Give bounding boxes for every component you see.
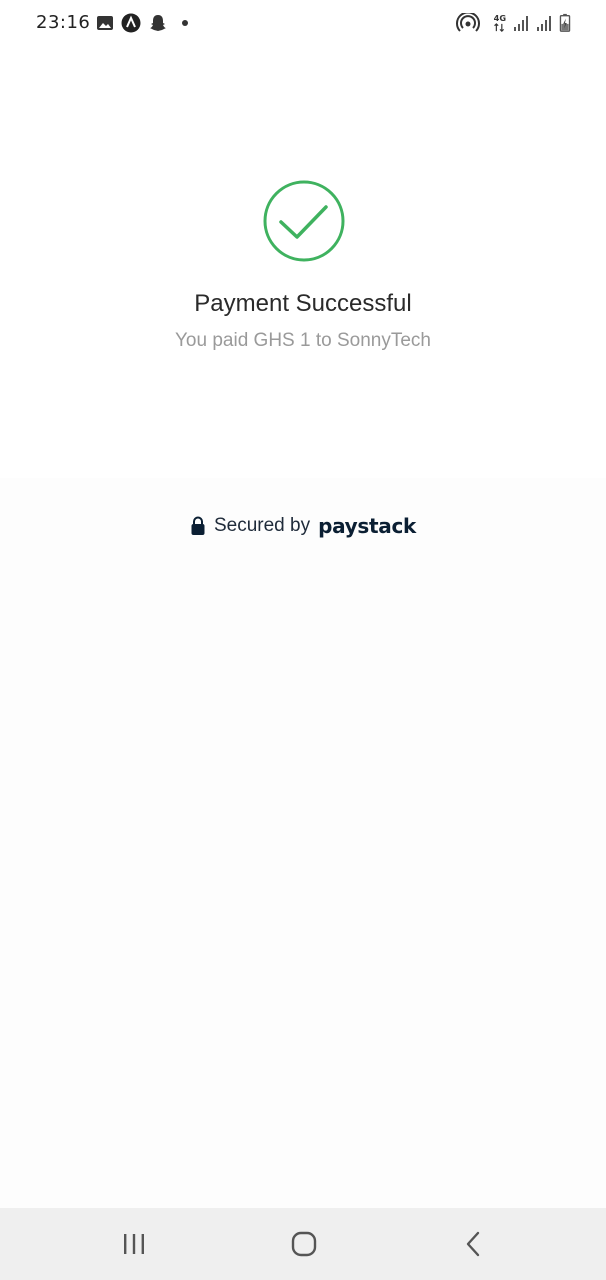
check-circle-icon bbox=[263, 180, 345, 262]
paystack-logo-text: paystack bbox=[318, 514, 417, 538]
svg-text:4G: 4G bbox=[494, 13, 507, 23]
gallery-icon bbox=[97, 16, 113, 30]
secured-by-badge[interactable]: Secured by paystack bbox=[0, 514, 606, 538]
signal-2-icon bbox=[537, 16, 551, 31]
payment-success-panel: Payment Successful You paid GHS 1 to Son… bbox=[0, 46, 606, 478]
status-bar: 23:16 4G bbox=[0, 0, 606, 46]
snapchat-icon bbox=[150, 15, 166, 31]
status-time: 23:16 bbox=[36, 12, 91, 33]
payment-status-title: Payment Successful bbox=[194, 290, 412, 317]
app-a-icon bbox=[121, 13, 141, 33]
signal-1-icon bbox=[514, 16, 528, 31]
lock-icon bbox=[191, 516, 205, 535]
back-button[interactable] bbox=[454, 1226, 494, 1262]
payment-summary-text: You paid GHS 1 to SonnyTech bbox=[175, 330, 431, 351]
battery-icon bbox=[559, 13, 571, 32]
notification-dot-icon bbox=[182, 20, 188, 26]
footer-area: Secured by paystack bbox=[0, 478, 606, 1208]
back-icon bbox=[466, 1231, 480, 1257]
system-navigation-bar bbox=[0, 1208, 606, 1280]
network-4g-icon: 4G bbox=[494, 13, 507, 33]
home-button[interactable] bbox=[284, 1226, 324, 1262]
home-icon bbox=[291, 1231, 317, 1257]
recent-apps-button[interactable] bbox=[114, 1226, 154, 1262]
secured-by-label: Secured by bbox=[213, 515, 311, 536]
recent-apps-icon bbox=[124, 1234, 144, 1254]
hotspot-icon bbox=[456, 13, 480, 32]
